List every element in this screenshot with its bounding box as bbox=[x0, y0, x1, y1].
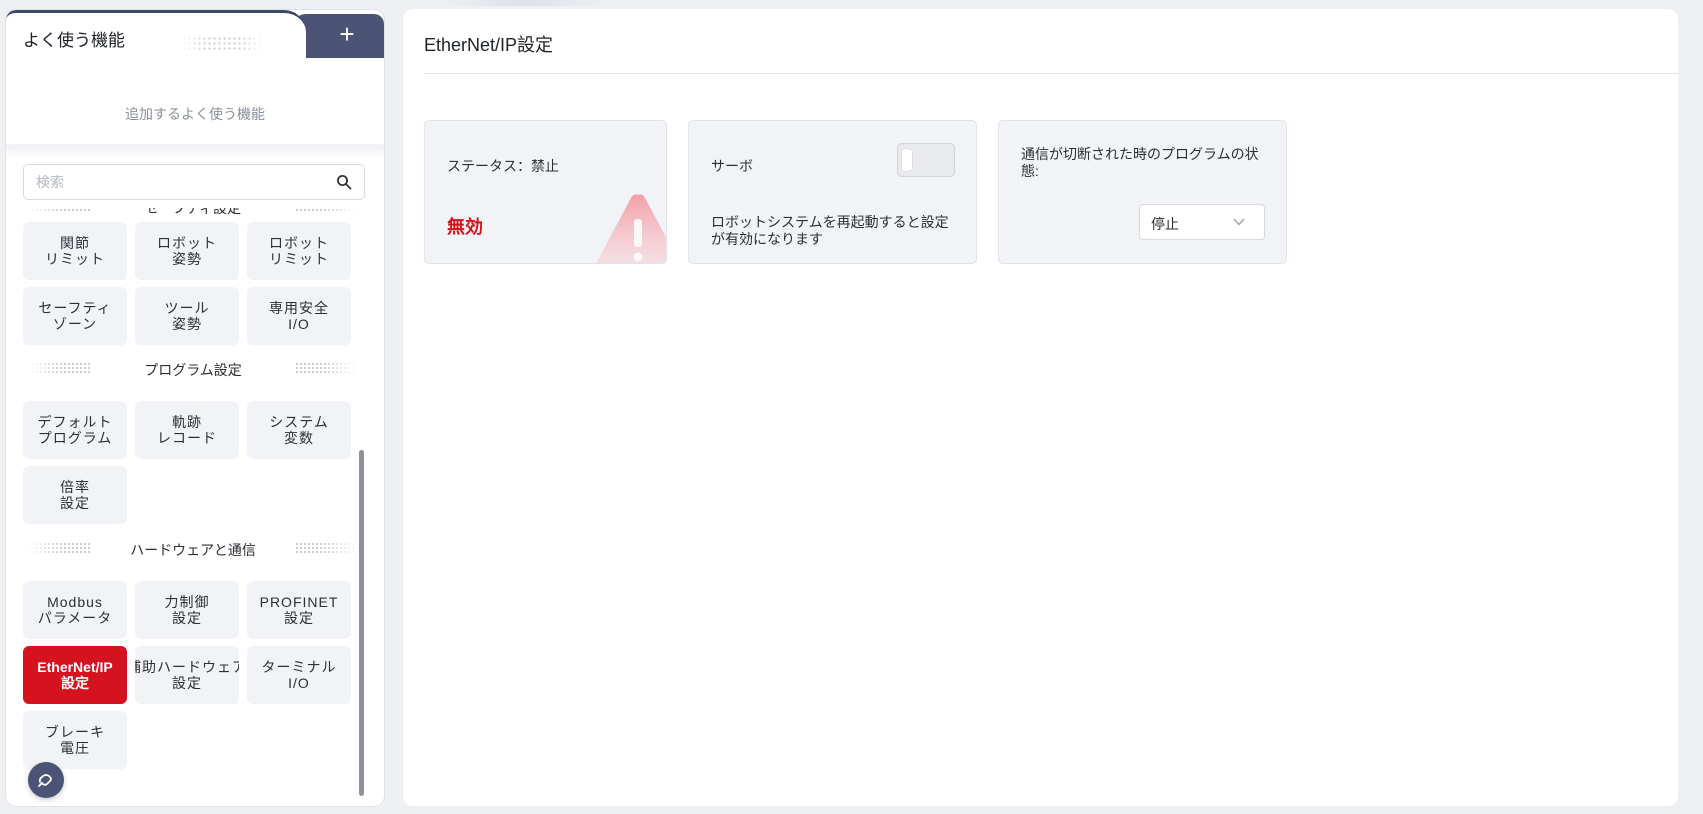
tile-label: ブレーキ 電圧 bbox=[45, 724, 105, 756]
menu-scrollbar-thumb[interactable] bbox=[359, 450, 364, 796]
tile-label: 倍率 設定 bbox=[60, 479, 90, 511]
servo-restart-note: ロボットシステムを再起動すると設定が有効になります bbox=[711, 214, 949, 247]
status-value: 無効 bbox=[447, 217, 483, 237]
dot-pattern-decoration bbox=[295, 542, 359, 554]
link-chat-icon bbox=[38, 774, 52, 787]
menu-tile-tool-pose[interactable]: ツール 姿勢 bbox=[135, 287, 239, 345]
tile-label: デフォルト プログラム bbox=[37, 414, 113, 446]
tile-label: ロボット 姿勢 bbox=[157, 235, 217, 267]
servo-label: サーボ bbox=[711, 158, 753, 174]
favorites-area: 追加するよく使う機能 bbox=[6, 58, 384, 150]
menu-tile-robot-pose[interactable]: ロボット 姿勢 bbox=[135, 222, 239, 280]
status-label: ステータス：禁止 bbox=[447, 158, 559, 174]
search-icon[interactable] bbox=[336, 174, 352, 190]
menu-tile-profinet[interactable]: PROFINET 設定 bbox=[247, 581, 351, 639]
menu-tile-safety-zone[interactable]: セーフティ ゾーン bbox=[23, 287, 127, 345]
servo-card: サーボ ロボットシステムを再起動すると設定が有効になります bbox=[688, 120, 977, 264]
comm-loss-select-value: 停止 bbox=[1151, 216, 1179, 232]
menu-tile-joint-limit[interactable]: 関節 リミット bbox=[23, 222, 127, 280]
section-header-hardware: ハードウェアと通信 bbox=[23, 538, 363, 558]
menu-tile-aux-hardware[interactable]: 補助ハードウェア 設定 bbox=[135, 646, 239, 704]
dot-pattern-decoration bbox=[295, 362, 359, 374]
favorites-placeholder: 追加するよく使う機能 bbox=[125, 106, 265, 122]
tile-label: 関節 リミット bbox=[45, 235, 105, 267]
menu-tile-brake-voltage[interactable]: ブレーキ 電圧 bbox=[23, 711, 127, 769]
title-divider bbox=[424, 73, 1679, 74]
tile-label: 補助ハードウェア 設定 bbox=[135, 659, 239, 691]
tile-label: EtherNet/IP 設定 bbox=[37, 659, 113, 691]
tile-label: セーフティ ゾーン bbox=[38, 300, 112, 332]
servo-toggle-knob bbox=[902, 149, 912, 171]
menu-tile-force-control[interactable]: 力制御 設定 bbox=[135, 581, 239, 639]
section-header-safety: セーフティ設定 bbox=[23, 208, 363, 216]
section-header-program: プログラム設定 bbox=[23, 358, 363, 378]
chevron-down-icon bbox=[1233, 218, 1245, 226]
page-title: EtherNet/IP設定 bbox=[424, 35, 554, 55]
status-card: ステータス：禁止 無効 bbox=[424, 120, 667, 264]
function-sidebar: + よく使う機能 追加するよく使う機能 セーフティ設定 関節 リミット ロボット… bbox=[6, 10, 384, 806]
search-box bbox=[23, 164, 365, 200]
plus-icon: + bbox=[339, 19, 355, 49]
menu-scrollbar[interactable] bbox=[359, 450, 365, 802]
dot-pattern-decoration bbox=[182, 36, 264, 50]
warning-icon bbox=[596, 194, 666, 263]
menu-tile-system-variables[interactable]: システム 変数 bbox=[247, 401, 351, 459]
comm-loss-label: 通信が切断された時のプログラムの状態: bbox=[1021, 146, 1259, 179]
tile-label: システム 変数 bbox=[269, 414, 329, 446]
comm-loss-card: 通信が切断された時のプログラムの状態: 停止 bbox=[998, 120, 1287, 264]
menu-tile-speed-ratio[interactable]: 倍率 設定 bbox=[23, 466, 127, 524]
dot-pattern-decoration bbox=[295, 208, 359, 212]
menu-tile-safety-io[interactable]: 専用安全 I/O bbox=[247, 287, 351, 345]
menu-tile-robot-limit[interactable]: ロボット リミット bbox=[247, 222, 351, 280]
favorites-title: よく使う機能 bbox=[23, 31, 125, 50]
menu-tile-ethernet-ip[interactable]: EtherNet/IP 設定 bbox=[23, 646, 127, 704]
menu-tile-terminal-io[interactable]: ターミナル I/O bbox=[247, 646, 351, 704]
menu-tile-default-program[interactable]: デフォルト プログラム bbox=[23, 401, 127, 459]
tile-label: ツール 姿勢 bbox=[164, 300, 210, 332]
tile-label: ターミナル I/O bbox=[261, 659, 337, 691]
main-content: EtherNet/IP設定 ステータス：禁止 無効 サーボ ロボットシステムを再… bbox=[403, 9, 1679, 806]
tile-label: PROFINET 設定 bbox=[259, 594, 339, 626]
servo-toggle[interactable] bbox=[897, 143, 955, 177]
menu-tile-modbus[interactable]: Modbus パラメータ bbox=[23, 581, 127, 639]
top-decoration bbox=[440, 0, 610, 6]
menu-tile-trajectory-record[interactable]: 軌跡 レコード bbox=[135, 401, 239, 459]
comm-loss-select[interactable]: 停止 bbox=[1139, 204, 1265, 240]
tile-label: 専用安全 I/O bbox=[269, 300, 329, 332]
tile-label: 力制御 設定 bbox=[164, 594, 210, 626]
search-input[interactable] bbox=[36, 165, 326, 199]
assistant-button[interactable] bbox=[28, 762, 64, 798]
tile-label: ロボット リミット bbox=[269, 235, 329, 267]
favorites-tabbar: + よく使う機能 bbox=[6, 10, 384, 70]
function-menu: セーフティ設定 関節 リミット ロボット 姿勢 ロボット リミット セーフティ … bbox=[6, 208, 384, 806]
tile-label: Modbus パラメータ bbox=[37, 594, 113, 626]
tile-label: 軌跡 レコード bbox=[157, 414, 217, 446]
